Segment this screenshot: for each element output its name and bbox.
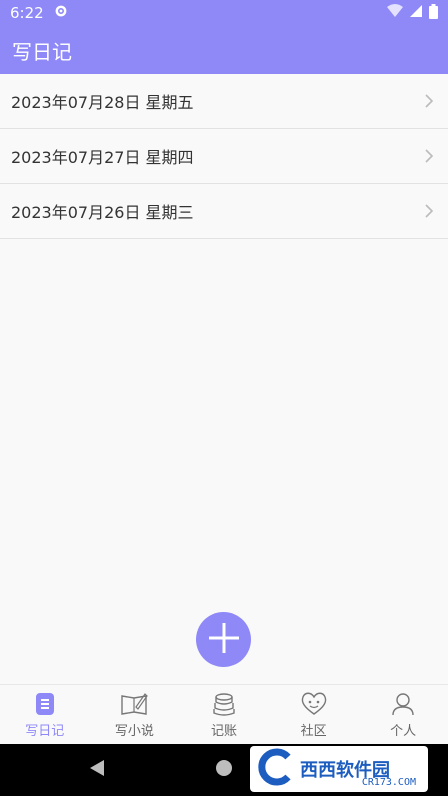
signal-icon [409, 4, 423, 22]
bottom-tab-bar: 写日记 写小说 记账 社区 个人 [0, 684, 448, 744]
community-icon [300, 690, 328, 718]
settings-gear-icon [54, 4, 68, 22]
tab-label: 写小说 [114, 724, 154, 739]
tab-label: 写日记 [25, 724, 65, 739]
chevron-right-icon [422, 149, 436, 163]
tab-accounting[interactable]: 记账 [179, 685, 269, 744]
status-bar: 6:22 [0, 0, 448, 26]
status-time: 6:22 [10, 4, 44, 22]
wifi-icon [387, 4, 403, 22]
watermark-logo: 西西软件园 CR173.COM [250, 746, 428, 792]
tab-label: 个人 [390, 724, 417, 739]
watermark-subtext: CR173.COM [361, 777, 416, 788]
accounting-icon [210, 690, 238, 718]
app-bar: 写日记 [0, 26, 448, 74]
diary-icon [31, 690, 59, 718]
tab-diary[interactable]: 写日记 [0, 685, 90, 744]
list-item-label: 2023年07月28日 星期五 [11, 93, 194, 112]
page-title: 写日记 [12, 39, 72, 64]
battery-icon [429, 3, 438, 23]
chevron-right-icon [422, 204, 436, 218]
plus-icon [207, 621, 241, 659]
list-item[interactable]: 2023年07月26日 星期三 [0, 184, 448, 239]
profile-icon [389, 690, 417, 718]
list-item-label: 2023年07月27日 星期四 [11, 148, 194, 167]
watermark-c-logo-icon [256, 747, 296, 791]
add-diary-button[interactable] [196, 612, 251, 667]
list-item[interactable]: 2023年07月28日 星期五 [0, 74, 448, 129]
tab-label: 记账 [210, 724, 237, 739]
tab-label: 社区 [300, 724, 327, 739]
back-icon[interactable] [89, 759, 105, 781]
diary-list: 2023年07月28日 星期五 2023年07月27日 星期四 2023年07月… [0, 74, 448, 239]
tab-profile[interactable]: 个人 [358, 685, 448, 744]
list-item-label: 2023年07月26日 星期三 [11, 203, 194, 222]
home-icon[interactable] [215, 759, 233, 781]
list-item[interactable]: 2023年07月27日 星期四 [0, 129, 448, 184]
chevron-right-icon [422, 94, 436, 108]
novel-icon [120, 690, 149, 718]
tab-community[interactable]: 社区 [269, 685, 359, 744]
tab-novel[interactable]: 写小说 [90, 685, 180, 744]
